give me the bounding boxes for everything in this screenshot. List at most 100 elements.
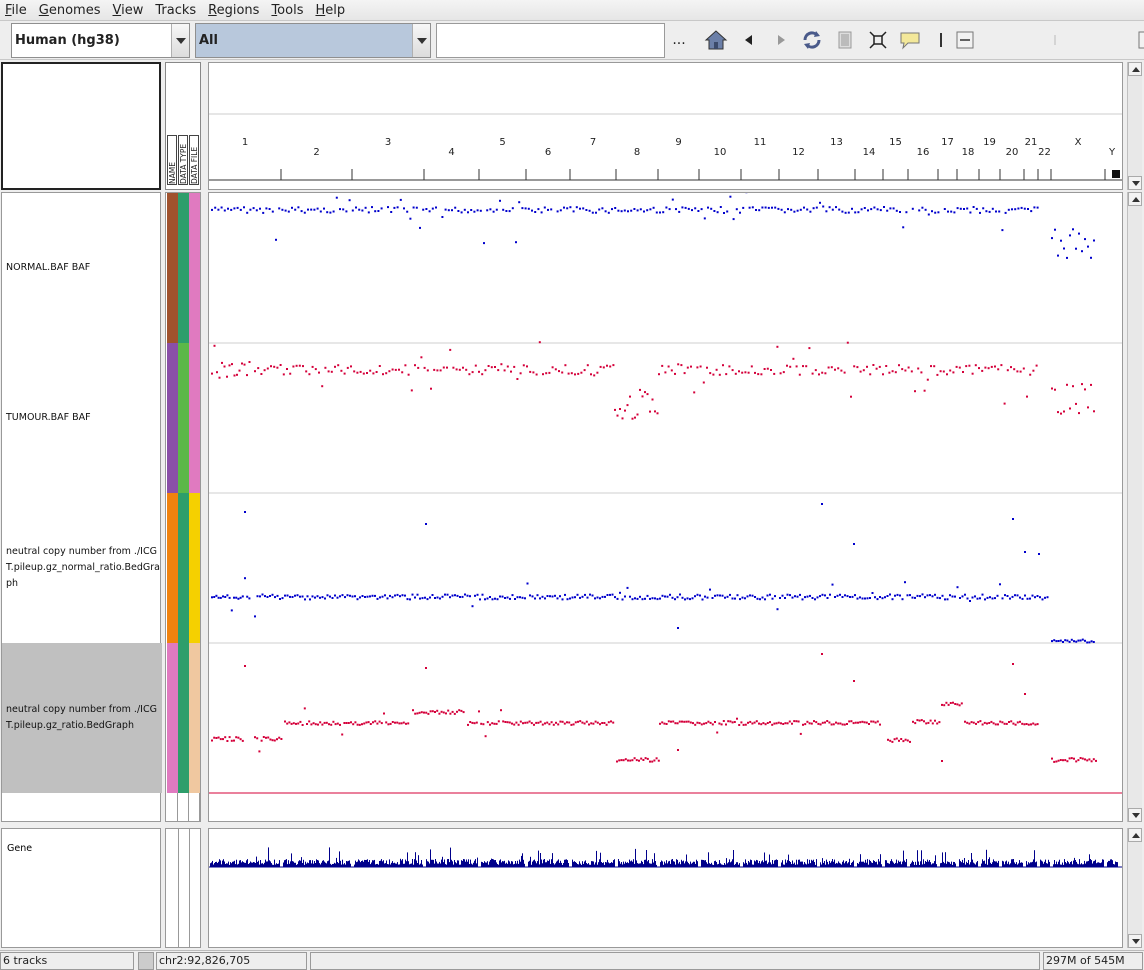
data-point [273,365,276,368]
data-panel[interactable] [208,192,1123,822]
chromosome-ruler[interactable]: 1 2 3 4 5 6 7 8 9 10 11 12 13 14 15 16 17 18 19 20 21 22 X Y [208,62,1123,190]
back-icon[interactable] [737,29,761,51]
ruler-chrom-label[interactable]: 11 [754,137,767,148]
data-point [471,721,474,724]
ruler-chrom-label[interactable]: 3 [385,137,391,148]
ruler-chrom-label[interactable]: 18 [962,147,975,158]
ruler-chrom-label[interactable]: 19 [983,137,996,148]
track-name-gene[interactable]: Gene [7,843,32,854]
attribute-cell[interactable] [178,343,189,493]
data-point [971,596,974,599]
menu-help[interactable]: Help [309,0,351,21]
data-point [1072,385,1074,388]
gene-scrollbar[interactable] [1127,828,1142,948]
ruler-chrom-label[interactable]: 4 [448,147,454,158]
ruler-chrom-label[interactable]: 12 [792,147,805,158]
attribute-cell[interactable] [189,343,200,493]
attribute-cell[interactable] [167,643,178,793]
scroll-up-icon[interactable] [1128,192,1142,206]
data-point [291,596,294,598]
menu-file[interactable]: File [0,0,33,21]
ruler-chrom-label[interactable]: X [1075,137,1082,148]
ruler-chrom-label[interactable]: 22 [1038,147,1051,158]
zoom-out-icon[interactable] [954,29,978,51]
scroll-down-icon[interactable] [1128,934,1142,948]
menu-tools[interactable]: Tools [265,0,309,21]
attribute-cell[interactable] [167,193,178,343]
chevron-down-icon[interactable] [171,24,189,57]
genome-select[interactable]: Human (hg38) [11,23,190,58]
locus-search-input[interactable] [436,23,665,58]
data-point [484,369,487,372]
attribute-header-data-file[interactable]: DATA FILE [189,135,199,185]
attribute-cell[interactable] [189,193,200,343]
scroll-up-icon[interactable] [1128,828,1142,842]
ruler-chrom-label[interactable]: 20 [1006,147,1019,158]
zoom-in-icon[interactable] [1136,29,1144,51]
scroll-up-icon[interactable] [1128,62,1142,76]
header-scrollbar[interactable] [1127,62,1142,190]
attribute-cell[interactable] [178,193,189,343]
ruler-chrom-label[interactable]: 17 [941,137,954,148]
ruler-chrom-label[interactable]: 2 [313,147,319,158]
home-icon[interactable] [704,29,728,51]
menu-genomes[interactable]: Genomes [33,0,107,21]
gene-density-bar [917,850,918,867]
data-point [599,597,601,600]
ruler-chrom-label[interactable]: 6 [545,147,551,158]
ruler-chrom-label[interactable]: 8 [634,147,640,158]
ruler-chrom-label[interactable]: 15 [889,137,902,148]
forward-icon[interactable] [769,29,793,51]
data-point [696,366,699,369]
gene-density-bar [307,862,308,867]
ruler-chrom-label[interactable]: 21 [1025,137,1038,148]
scroll-down-icon[interactable] [1128,176,1142,190]
gene-track-panel[interactable] [208,828,1123,948]
gene-density-bar [357,861,358,867]
gene-density-bar [766,860,767,867]
menu-regions[interactable]: Regions [202,0,265,21]
gene-density-bar [279,860,280,867]
chromosome-select[interactable]: All [195,23,431,58]
gene-density-bar [866,862,867,867]
ruler-chrom-label[interactable]: 7 [590,137,596,148]
menu-view[interactable]: View [107,0,150,21]
scroll-down-icon[interactable] [1128,808,1142,822]
ruler-chrom-label[interactable]: 1 [242,137,248,148]
track-name-tumour-baf[interactable]: TUMOUR.BAF BAF [2,343,162,493]
name-header-panel[interactable] [1,62,161,190]
ruler-chrom-label[interactable]: 10 [714,147,727,158]
data-point [276,366,279,369]
refresh-icon[interactable] [800,29,824,51]
ruler-chrom-label[interactable]: 16 [917,147,930,158]
chevron-down-icon[interactable] [412,24,430,57]
attribute-cell[interactable] [178,643,189,793]
ruler-chrom-label[interactable]: 9 [675,137,681,148]
ruler-chrom-label[interactable]: 13 [830,137,843,148]
resize-icon[interactable] [866,29,890,51]
attribute-cell[interactable] [189,643,200,793]
attribute-cell[interactable] [178,493,189,643]
gene-density-bar [348,860,349,867]
attribute-cell[interactable] [167,493,178,643]
track-name-tumour-ratio[interactable]: neutral copy number from ./ICGT.pileup.g… [2,643,162,793]
menu-tracks[interactable]: Tracks [149,0,202,21]
attribute-header-name[interactable]: NAME [167,135,177,185]
more-button[interactable]: ... [668,23,690,58]
popup-text-icon[interactable] [898,29,922,51]
attribute-cell[interactable] [167,343,178,493]
data-point [776,608,779,611]
roi-icon[interactable] [833,29,857,51]
attribute-header-data-type[interactable]: DATA TYPE [178,135,188,185]
track-name-normal-baf[interactable]: NORMAL.BAF BAF [2,193,162,343]
data-point [658,373,660,376]
attribute-cell[interactable] [189,493,200,643]
ruler-chrom-label[interactable]: 14 [863,147,876,158]
data-point [799,208,802,211]
gene-density-bar [732,859,733,867]
ruler-chrom-label[interactable]: Y [1108,147,1116,158]
track-name-normal-ratio[interactable]: neutral copy number from ./ICGT.pileup.g… [2,493,162,643]
data-scrollbar[interactable] [1127,192,1142,822]
attribute-header-panel[interactable]: NAME DATA TYPE DATA FILE [165,62,201,190]
ruler-chrom-label[interactable]: 5 [499,137,505,148]
